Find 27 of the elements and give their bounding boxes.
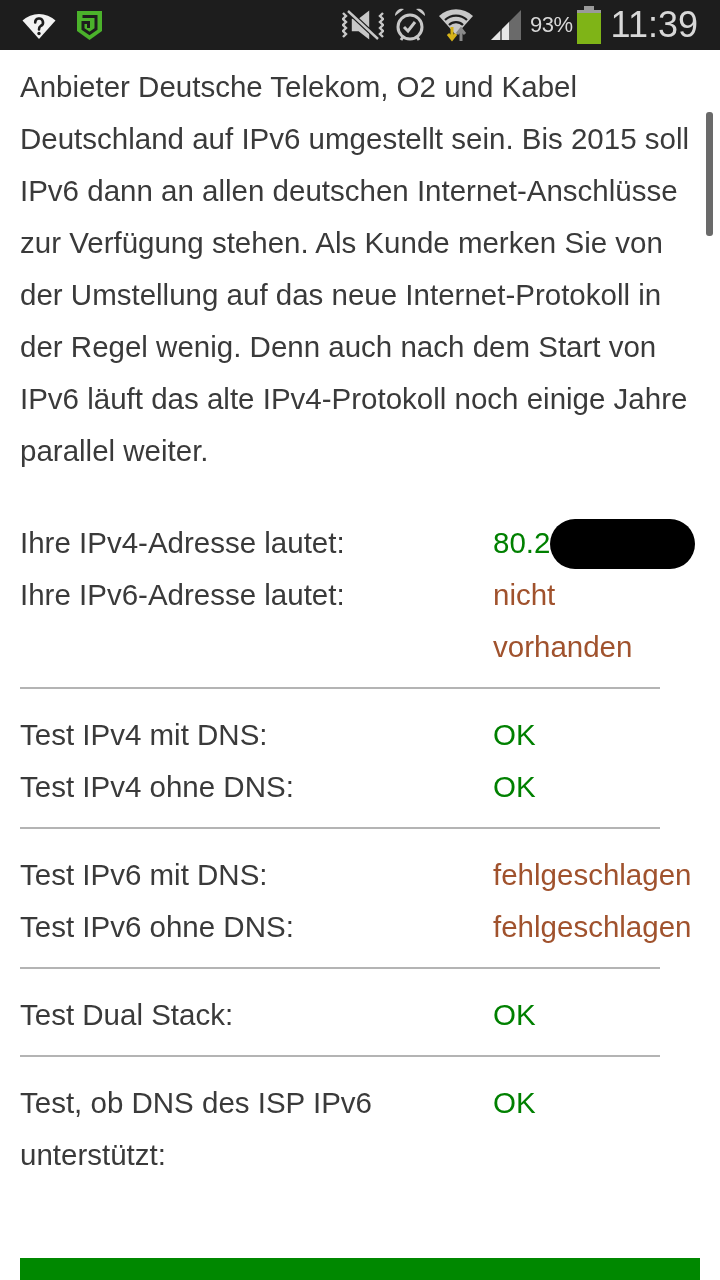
result-value: fehlgeschlagen — [493, 909, 692, 945]
bottom-button[interactable] — [20, 1258, 700, 1280]
result-value: fehlgeschlagen — [493, 857, 692, 893]
article-paragraph: Anbieter Deutsche Telekom, O2 und Kabel Deutschland auf IPv6 umgestellt sein. Bis 2015 soll IPv6 dann an allen deutschen Internet-Anschlüsse zur Verfügung stehen. Als Kunde merken Sie von der Umstellung auf das neue Internet-Protokoll in der Regel wenig. Denn auch nach dem Start von IPv6 läuft das alte IPv4-Protokoll noch einige Jahre parallel weiter. — [20, 69, 690, 469]
battery-icon — [576, 6, 601, 44]
wifi-data-icon — [438, 7, 475, 43]
result-label: Test IPv6 ohne DNS: — [20, 910, 294, 943]
result-value: OK — [493, 1085, 536, 1121]
wifi-help-icon — [22, 11, 56, 39]
result-value: OK — [493, 717, 536, 753]
result-value: nicht vorhanden — [493, 577, 633, 665]
mute-icon — [342, 9, 385, 41]
result-value: OK — [493, 769, 536, 805]
battery-percentage: 93% — [530, 14, 573, 36]
result-label: Ihre IPv6-Adresse lautet: — [20, 578, 345, 611]
result-label: Ihre IPv4-Adresse lautet: — [20, 526, 345, 559]
result-value: OK — [493, 997, 536, 1033]
result-label: Test IPv6 mit DNS: — [20, 858, 268, 891]
result-value: 80.2 — [493, 525, 551, 561]
result-label: Test Dual Stack: — [20, 998, 234, 1031]
result-label: Test IPv4 ohne DNS: — [20, 770, 294, 803]
shield-icon — [76, 9, 103, 41]
alarm-clock-icon — [394, 8, 427, 42]
clock-time: 11:39 — [610, 7, 698, 43]
result-label: Test IPv4 mit DNS: — [20, 718, 268, 751]
result-label: Test, ob DNS des ISP IPv6 unterstützt: — [20, 1086, 372, 1171]
signal-icon — [490, 9, 523, 41]
